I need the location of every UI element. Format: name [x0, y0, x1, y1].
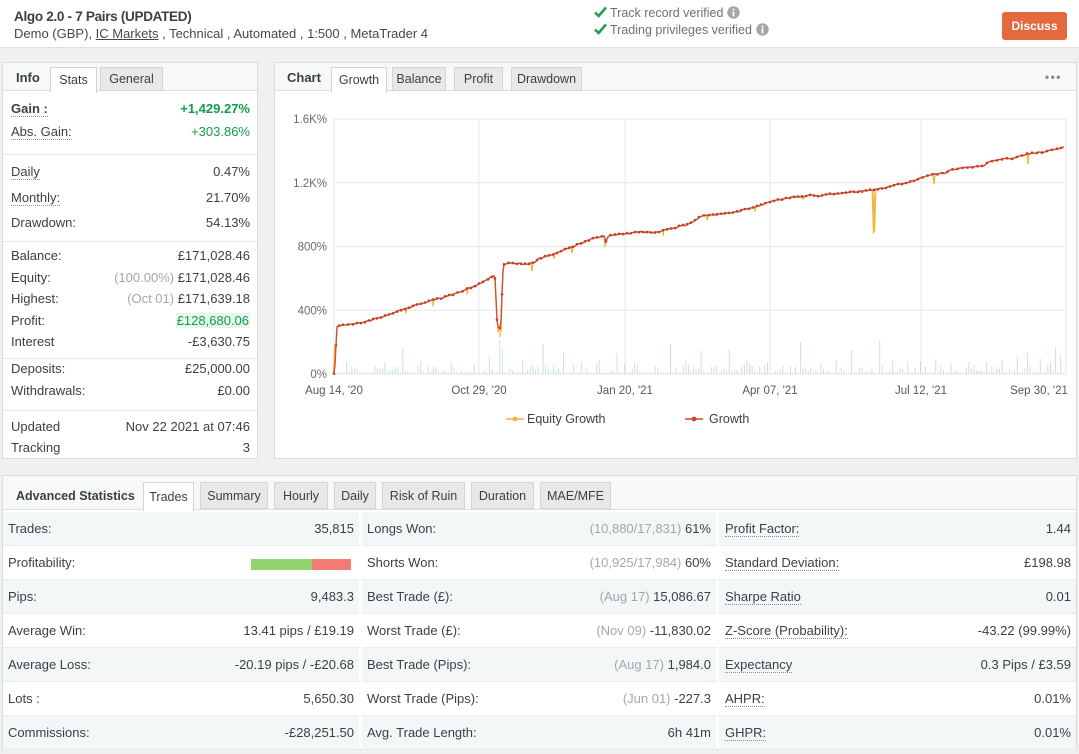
- svg-text:Apr 07, '21: Apr 07, '21: [742, 385, 797, 397]
- svg-text:Aug 14, '20: Aug 14, '20: [305, 385, 363, 397]
- svg-text:800%: 800%: [298, 242, 327, 254]
- svg-text:Jul 12, '21: Jul 12, '21: [895, 385, 947, 397]
- svg-text:Oct 29, '20: Oct 29, '20: [451, 385, 506, 397]
- svg-text:Equity Growth: Equity Growth: [527, 412, 606, 426]
- svg-text:400%: 400%: [298, 305, 327, 317]
- svg-text:Sep 30, '21: Sep 30, '21: [1010, 385, 1068, 397]
- svg-text:0%: 0%: [310, 369, 327, 381]
- svg-text:1.2K%: 1.2K%: [293, 178, 327, 190]
- svg-text:1.6K%: 1.6K%: [293, 114, 327, 126]
- svg-text:Growth: Growth: [709, 412, 749, 426]
- svg-text:Jan 20, '21: Jan 20, '21: [597, 385, 653, 397]
